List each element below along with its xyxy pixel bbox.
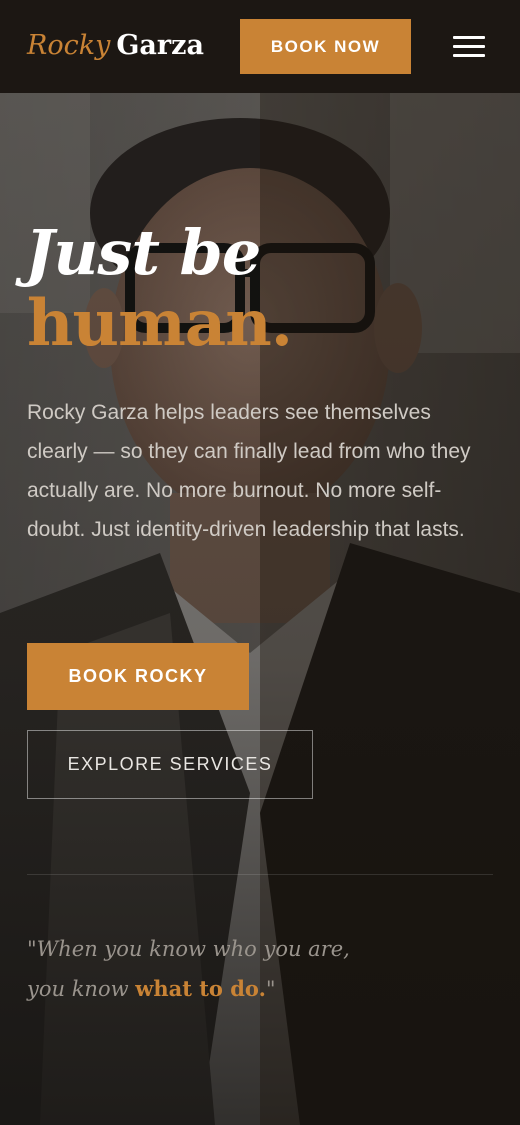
- book-rocky-button[interactable]: BOOK ROCKY: [27, 643, 249, 710]
- book-now-button[interactable]: BOOK NOW: [240, 19, 411, 74]
- logo-first-name: Rocky: [27, 30, 111, 61]
- quote-accent: what to do.: [135, 976, 266, 1001]
- menu-bar: [453, 54, 485, 57]
- hero-intro-text: Rocky Garza helps leaders see themselves…: [27, 401, 471, 541]
- quote-line1: "When you know who you are,: [27, 937, 350, 961]
- page: Rocky Garza BOOK NOW Just be human. Rocky…: [0, 0, 520, 1125]
- hero-quote: "When you know who you are, you know wha…: [27, 930, 487, 1009]
- brand-logo[interactable]: Rocky Garza: [27, 28, 204, 64]
- menu-bar: [453, 36, 485, 39]
- site-header: Rocky Garza BOOK NOW: [0, 0, 520, 93]
- menu-bar: [453, 45, 485, 48]
- logo-last-name: Garza: [116, 30, 204, 61]
- hero-headline-line2: human.: [27, 286, 293, 361]
- explore-services-button[interactable]: EXPLORE SERVICES: [27, 730, 313, 799]
- hero-headline-line1: Just be: [25, 216, 261, 289]
- quote-line2-start: you know: [27, 977, 136, 1001]
- divider: [27, 874, 493, 875]
- hamburger-menu-icon[interactable]: [450, 31, 488, 63]
- quote-end: ": [265, 977, 276, 1001]
